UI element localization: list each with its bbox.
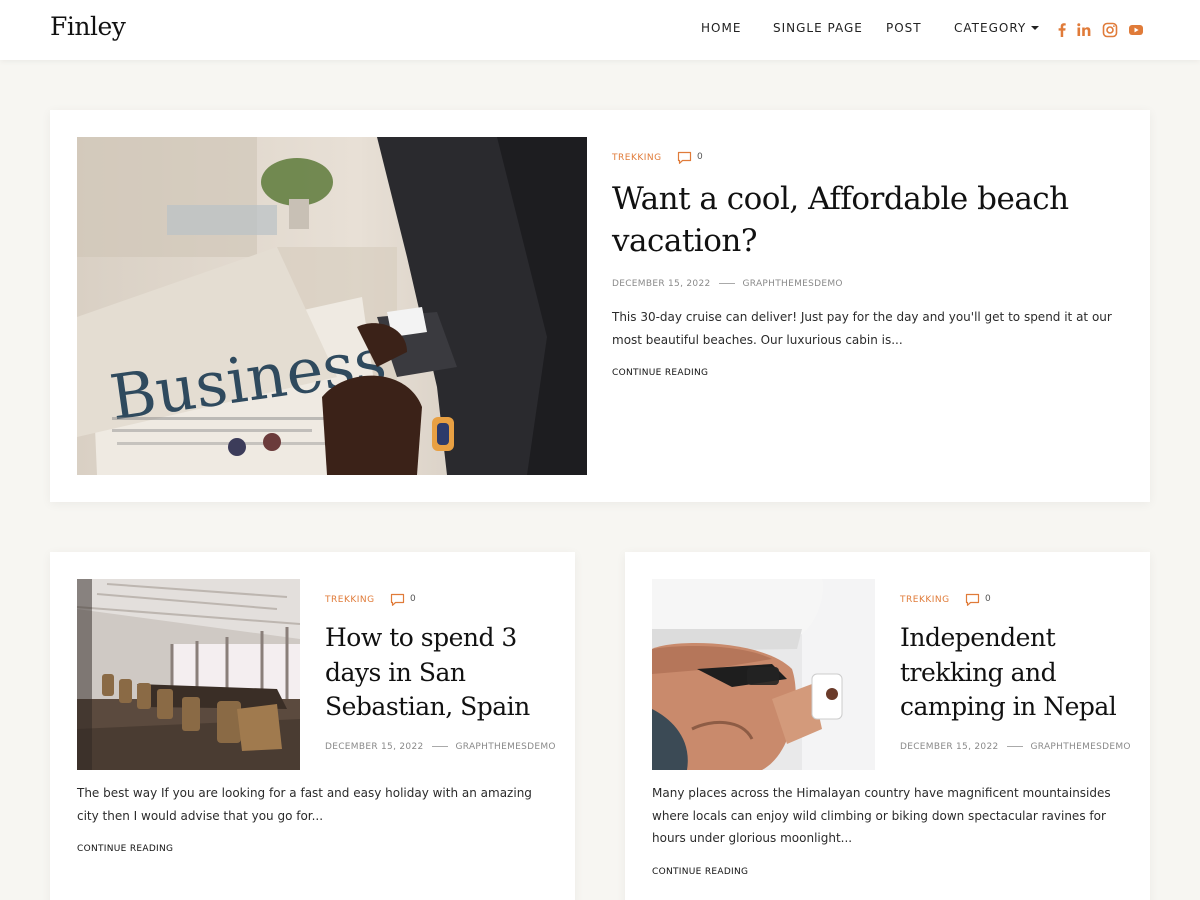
meta-divider (431, 746, 448, 747)
post-date[interactable]: DECEMBER 15, 2022 (612, 279, 711, 289)
continue-reading-link[interactable]: CONTINUE READING (77, 844, 173, 854)
post-author[interactable]: GRAPHTHEMESDEMO (1031, 742, 1131, 752)
post-category[interactable]: TREKKING (325, 595, 375, 605)
post-title[interactable]: Independent trekking and camping in Nepa… (900, 621, 1130, 725)
post-card: TREKKING 0 How to spend 3 days in San Se… (50, 552, 575, 900)
post-image-conference-room[interactable] (77, 579, 300, 770)
facebook-icon[interactable] (1053, 21, 1071, 39)
post-meta: DECEMBER 15, 2022 GRAPHTHEMESDEMO (325, 742, 556, 752)
post-image-electrician[interactable] (652, 579, 875, 770)
post-excerpt: The best way If you are looking for a fa… (77, 786, 532, 823)
post-title[interactable]: Want a cool, Affordable beach vacation? (612, 178, 1092, 262)
post-meta: DECEMBER 15, 2022 GRAPHTHEMESDEMO (900, 742, 1131, 752)
meta-divider (1006, 746, 1023, 747)
post-card-featured: Business TREKKING 0 Want a cool, Afforda… (50, 110, 1150, 502)
post-image-newspaper[interactable]: Business (77, 137, 587, 475)
post-date[interactable]: DECEMBER 15, 2022 (900, 742, 999, 752)
post-author[interactable]: GRAPHTHEMESDEMO (456, 742, 556, 752)
comment-icon (965, 593, 980, 606)
instagram-icon[interactable] (1101, 21, 1119, 39)
post-title[interactable]: How to spend 3 days in San Sebastian, Sp… (325, 621, 555, 725)
site-header: Finley HOME SINGLE PAGE POST CATEGORY (0, 0, 1200, 60)
continue-reading-link[interactable]: CONTINUE READING (612, 368, 708, 378)
comment-count-value: 0 (410, 594, 416, 604)
comment-count-value: 0 (697, 152, 703, 162)
meta-divider (718, 283, 735, 284)
comment-count-value: 0 (985, 594, 991, 604)
post-category[interactable]: TREKKING (900, 595, 950, 605)
social-links (0, 21, 1200, 39)
post-author[interactable]: GRAPHTHEMESDEMO (743, 279, 843, 289)
youtube-icon[interactable] (1127, 21, 1145, 39)
comment-icon (677, 151, 692, 164)
post-date[interactable]: DECEMBER 15, 2022 (325, 742, 424, 752)
post-meta: DECEMBER 15, 2022 GRAPHTHEMESDEMO (612, 279, 843, 289)
comment-icon (390, 593, 405, 606)
post-card: TREKKING 0 Independent trekking and camp… (625, 552, 1150, 900)
continue-reading-link[interactable]: CONTINUE READING (652, 867, 748, 877)
post-excerpt: This 30-day cruise can deliver! Just pay… (612, 310, 1112, 347)
post-category[interactable]: TREKKING (612, 153, 662, 163)
linkedin-icon[interactable] (1075, 21, 1093, 39)
post-excerpt: Many places across the Himalayan country… (652, 786, 1111, 845)
